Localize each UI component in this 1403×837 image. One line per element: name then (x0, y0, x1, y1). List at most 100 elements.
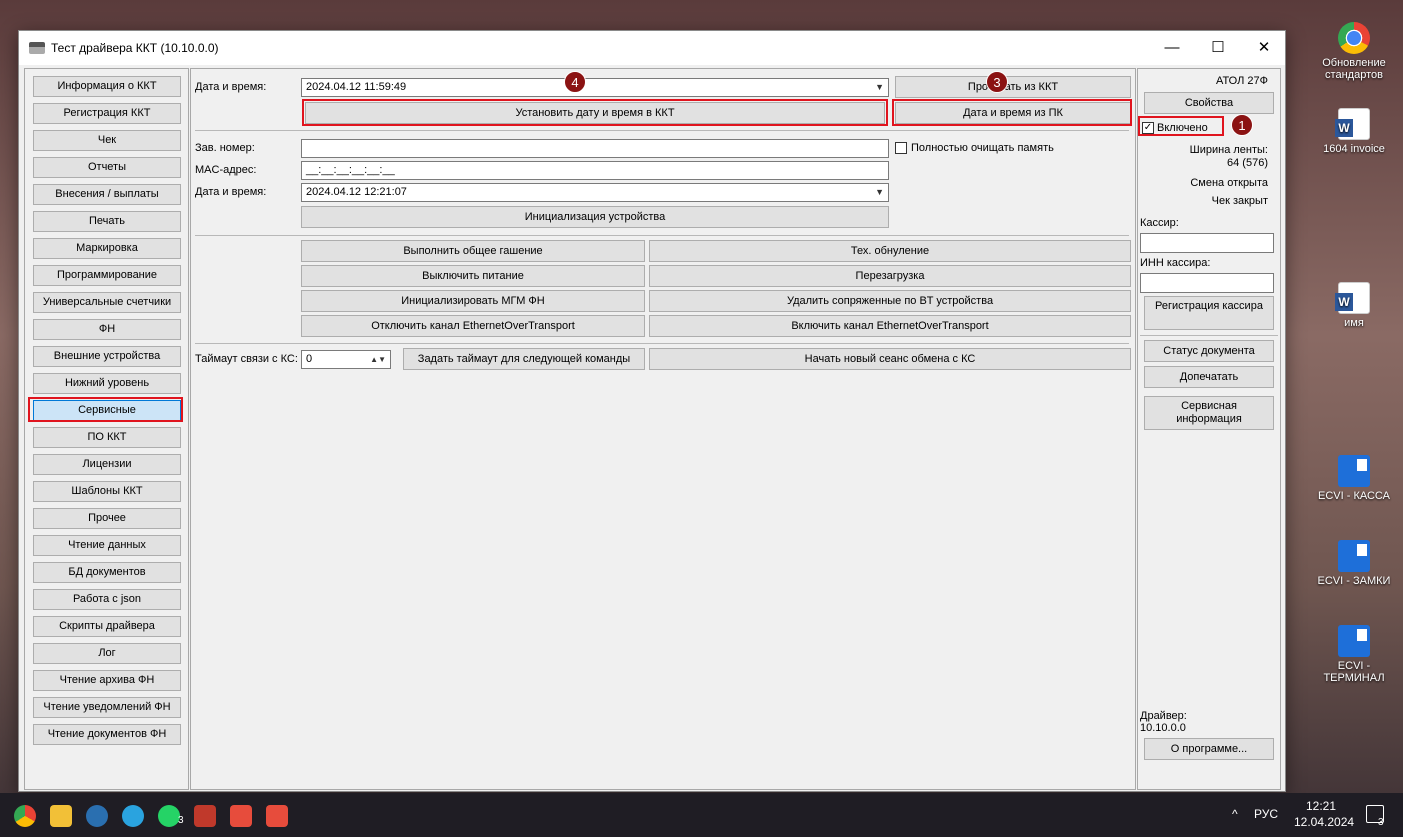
sidebar-item-driver-scripts[interactable]: Скрипты драйвера (33, 616, 181, 637)
file-explorer-icon[interactable] (50, 805, 72, 827)
sidebar-item-fn[interactable]: ФН (33, 319, 181, 340)
network-app-icon[interactable] (86, 805, 108, 827)
highlight-box (28, 397, 183, 422)
sidebar-item-low-level[interactable]: Нижний уровень (33, 373, 181, 394)
document-status-button[interactable]: Статус документа (1144, 340, 1274, 362)
title-bar[interactable]: Тест драйвера ККТ (10.10.0.0) — ☐ ✕ (19, 31, 1285, 65)
sidebar-item-kkt-software[interactable]: ПО ККТ (33, 427, 181, 448)
telegram-icon[interactable] (122, 805, 144, 827)
highlight-box (1138, 116, 1224, 136)
datetime2-combo[interactable]: 2024.04.12 12:21:07 ▼ (301, 183, 889, 202)
right-panel: АТОЛ 27Ф Свойства ✓ Включено Ширина лент… (1137, 68, 1281, 790)
about-button[interactable]: О программе... (1144, 738, 1274, 760)
tape-width-label: Ширина ленты: (1189, 144, 1268, 156)
close-button[interactable]: ✕ (1241, 31, 1287, 65)
sidebar-item-fn-documents[interactable]: Чтение документов ФН (33, 724, 181, 745)
init-mgm-fn-button[interactable]: Инициализировать МГМ ФН (301, 290, 645, 312)
sidebar-item-receipt[interactable]: Чек (33, 130, 181, 151)
desktop-icon-label: ECVI - ТЕРМИНАЛ (1323, 660, 1385, 684)
sidebar-item-kkt-info[interactable]: Информация о ККТ (33, 76, 181, 97)
sidebar-item-kkt-registration[interactable]: Регистрация ККТ (33, 103, 181, 124)
new-session-button[interactable]: Начать новый сеанс обмена с КС (649, 348, 1131, 370)
whatsapp-icon[interactable] (158, 805, 180, 827)
sidebar-item-json[interactable]: Работа с json (33, 589, 181, 610)
cashier-inn-label: ИНН кассира: (1140, 257, 1211, 269)
tech-reset-button[interactable]: Тех. обнуление (649, 240, 1131, 262)
reboot-button[interactable]: Перезагрузка (649, 265, 1131, 287)
sidebar-item-other[interactable]: Прочее (33, 508, 181, 529)
init-device-button[interactable]: Инициализация устройства (301, 206, 889, 228)
desktop-icon-ecvi-kassa[interactable]: ECVI - КАССА (1312, 455, 1396, 502)
desktop-icon-ecvi-zamki[interactable]: ECVI - ЗАМКИ (1312, 540, 1396, 587)
chrome-icon[interactable] (14, 805, 36, 827)
datetime-value: 2024.04.12 11:59:49 (306, 81, 407, 93)
sidebar-item-read-data[interactable]: Чтение данных (33, 535, 181, 556)
desktop-icon-ecvi-terminal[interactable]: ECVI - ТЕРМИНАЛ (1312, 625, 1396, 684)
properties-button[interactable]: Свойства (1144, 92, 1274, 114)
desktop-icon-name[interactable]: имя (1312, 282, 1396, 329)
clock-time[interactable]: 12:21 (1306, 799, 1336, 813)
desktop-icon-label: ECVI - ЗАМКИ (1317, 575, 1391, 587)
sidebar-item-reports[interactable]: Отчеты (33, 157, 181, 178)
timeout-label: Таймаут связи с КС: (195, 353, 298, 365)
serial-input[interactable] (301, 139, 889, 158)
power-off-button[interactable]: Выключить питание (301, 265, 645, 287)
language-indicator[interactable]: РУС (1254, 807, 1278, 821)
clock-date[interactable]: 12.04.2024 (1294, 815, 1354, 829)
reprint-button[interactable]: Допечатать (1144, 366, 1274, 388)
timeout-spinbox[interactable]: 0 ▲▼ (301, 350, 391, 369)
divider (195, 130, 1129, 131)
set-timeout-button[interactable]: Задать таймаут для следующей команды (403, 348, 645, 370)
chevron-down-icon: ▼ (875, 187, 884, 197)
sidebar-item-external-devices[interactable]: Внешние устройства (33, 346, 181, 367)
shortcut-icon (1338, 540, 1370, 572)
shortcut-icon (1338, 625, 1370, 657)
maximize-button[interactable]: ☐ (1195, 31, 1241, 65)
divider (195, 343, 1129, 344)
register-cashier-button[interactable]: Регистрация кассира (1144, 296, 1274, 330)
sidebar-item-templates[interactable]: Шаблоны ККТ (33, 481, 181, 502)
divider (195, 235, 1129, 236)
chevron-up-icon[interactable]: ^ (1232, 807, 1238, 821)
sidebar-item-counters[interactable]: Универсальные счетчики (33, 292, 181, 313)
app-icon[interactable] (194, 805, 216, 827)
sidebar-item-licenses[interactable]: Лицензии (33, 454, 181, 475)
shortcut-icon (1338, 455, 1370, 487)
sidebar-item-fn-notifications[interactable]: Чтение уведомлений ФН (33, 697, 181, 718)
window-title: Тест драйвера ККТ (10.10.0.0) (51, 41, 219, 55)
datetime-combo[interactable]: 2024.04.12 11:59:49 ▼ (301, 78, 889, 97)
read-from-kkt-button[interactable]: Прочитать из ККТ (895, 76, 1131, 98)
sidebar-item-print[interactable]: Печать (33, 211, 181, 232)
cashier-input[interactable] (1140, 233, 1274, 253)
mac-input[interactable]: __:__:__:__:__:__ (301, 161, 889, 180)
sidebar-item-cash-in-out[interactable]: Внесения / выплаты (33, 184, 181, 205)
remove-bt-devices-button[interactable]: Удалить сопряженные по BT устройства (649, 290, 1131, 312)
anydesk-icon[interactable] (266, 805, 288, 827)
enable-eot-button[interactable]: Включить канал EthernetOverTransport (649, 315, 1131, 337)
general-cancel-button[interactable]: Выполнить общее гашение (301, 240, 645, 262)
divider (1140, 335, 1278, 336)
clear-memory-checkbox[interactable] (895, 142, 907, 154)
cashier-inn-input[interactable] (1140, 273, 1274, 293)
sidebar-item-log[interactable]: Лог (33, 643, 181, 664)
desktop-icon-label: 1604 invoice (1323, 143, 1385, 155)
word-document-icon (1335, 108, 1370, 140)
shift-status: Смена открыта (1190, 177, 1268, 189)
desktop-icon-invoice[interactable]: 1604 invoice (1312, 108, 1396, 155)
sidebar-item-fn-archive[interactable]: Чтение архива ФН (33, 670, 181, 691)
annotation-badge: 3 (986, 71, 1008, 93)
sidebar-item-marking[interactable]: Маркировка (33, 238, 181, 259)
desktop-icon-label: Обновление стандартов (1322, 57, 1386, 81)
chrome-icon (1338, 22, 1370, 54)
desktop-icon-update[interactable]: Обновление стандартов (1312, 22, 1396, 81)
sidebar-item-document-db[interactable]: БД документов (33, 562, 181, 583)
sidebar-item-programming[interactable]: Программирование (33, 265, 181, 286)
minimize-button[interactable]: — (1149, 31, 1195, 65)
anydesk-icon[interactable] (230, 805, 252, 827)
cashier-label: Кассир: (1140, 217, 1179, 229)
datetime2-value: 2024.04.12 12:21:07 (306, 186, 407, 198)
taskbar: 3 ^ РУС 12:21 12.04.2024 3 (0, 793, 1403, 837)
highlight-box (302, 99, 888, 126)
disable-eot-button[interactable]: Отключить канал EthernetOverTransport (301, 315, 645, 337)
service-info-button[interactable]: Сервисная информация (1144, 396, 1274, 430)
